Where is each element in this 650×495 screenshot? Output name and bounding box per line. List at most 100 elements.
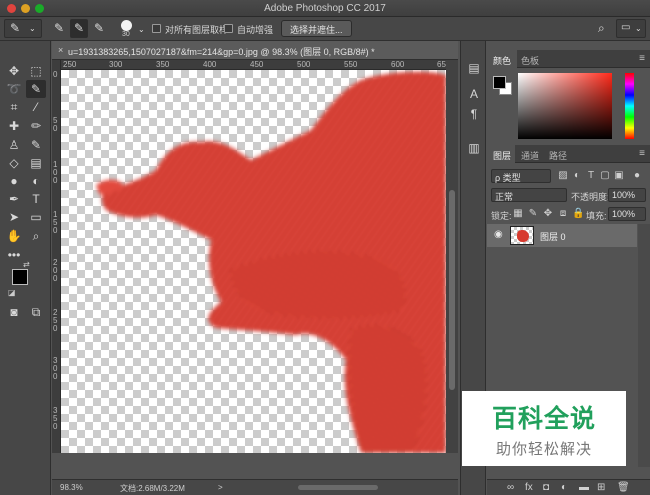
layers-panel-tabs: 图层 通道 路径 ≡ bbox=[487, 145, 650, 163]
pen-tool-icon[interactable]: ✒ bbox=[4, 190, 24, 208]
select-and-mask-button[interactable]: 选择并遮住... bbox=[281, 20, 352, 37]
opacity-field[interactable]: 100% bbox=[608, 188, 646, 202]
ruler-label: 0 bbox=[53, 124, 58, 133]
layer-name[interactable]: 图层 0 bbox=[540, 230, 566, 243]
close-tab-icon[interactable]: × bbox=[58, 45, 63, 55]
new-layer-icon[interactable]: ⊞ bbox=[597, 482, 605, 493]
quick-selection-tool-icon[interactable]: ✎ bbox=[26, 80, 46, 98]
brush-tip-icon[interactable] bbox=[121, 20, 132, 31]
gradient-tool-icon[interactable]: ▤ bbox=[26, 154, 46, 172]
opacity-label: 不透明度: bbox=[571, 192, 610, 202]
clone-stamp-tool-icon[interactable]: ♙ bbox=[4, 136, 24, 154]
layers-bottom-toolbar: ∞ fx ◘ ◐ ▬ ⊞ 🗑 bbox=[487, 479, 650, 495]
lasso-tool-icon[interactable]: ➰ bbox=[4, 80, 24, 98]
lock-position-icon[interactable]: ✥ bbox=[542, 208, 554, 220]
panel-foreground-swatch[interactable] bbox=[493, 76, 506, 89]
filter-pixel-icon[interactable]: ▨ bbox=[557, 170, 569, 182]
filter-smart-object-icon[interactable]: ▣ bbox=[613, 170, 625, 182]
foreground-color-swatch[interactable] bbox=[12, 269, 28, 285]
document-canvas[interactable] bbox=[61, 70, 446, 453]
layer-style-icon[interactable]: fx bbox=[525, 482, 533, 493]
history-panel-icon[interactable]: ▤ bbox=[467, 61, 481, 75]
marquee-tool-icon[interactable]: ⬚ bbox=[26, 62, 46, 80]
scroll-thumb[interactable] bbox=[449, 190, 455, 390]
dodge-tool-icon[interactable]: ◐ bbox=[26, 172, 46, 190]
quick-mask-icon[interactable]: ◙ bbox=[4, 303, 24, 321]
rectangle-tool-icon[interactable]: ▭ bbox=[26, 208, 46, 226]
horizontal-scroll-thumb[interactable] bbox=[298, 485, 378, 490]
swap-colors-icon[interactable]: ⇄ bbox=[23, 260, 30, 269]
workspace-switcher[interactable]: ▭ ⌄ bbox=[616, 19, 646, 38]
healing-brush-tool-icon[interactable]: ✚ bbox=[4, 117, 24, 135]
eraser-tool-icon[interactable]: ◇ bbox=[4, 154, 24, 172]
layer-filter-select[interactable]: ρ 类型 bbox=[491, 169, 551, 183]
add-mask-icon[interactable]: ◘ bbox=[543, 482, 549, 493]
sample-all-layers-label: 对所有图层取样 bbox=[165, 25, 229, 35]
screen-mode-icon[interactable]: ⧉ bbox=[26, 303, 46, 321]
hue-slider[interactable] bbox=[625, 73, 634, 139]
filter-adjustment-icon[interactable]: ◐ bbox=[571, 170, 583, 182]
sample-all-layers-checkbox[interactable] bbox=[152, 24, 161, 33]
search-icon[interactable]: ⌕ bbox=[598, 22, 605, 34]
tab-color[interactable]: 颜色 bbox=[493, 54, 511, 67]
filter-type-icon[interactable]: T bbox=[585, 170, 597, 182]
path-selection-tool-icon[interactable]: ➤ bbox=[4, 208, 24, 226]
status-menu-icon[interactable]: > bbox=[218, 483, 223, 492]
fill-label: 填充: bbox=[586, 211, 607, 221]
character-panel-icon[interactable]: A bbox=[467, 87, 481, 101]
lock-all-icon[interactable]: 🔒 bbox=[572, 208, 584, 220]
document-tab[interactable]: × u=1931383265,1507027187&fm=214&gp=0.jp… bbox=[52, 41, 458, 60]
type-tool-icon[interactable]: T bbox=[26, 190, 46, 208]
filter-shape-icon[interactable]: ▢ bbox=[599, 170, 611, 182]
auto-enhance-checkbox[interactable] bbox=[224, 24, 233, 33]
link-layers-icon[interactable]: ∞ bbox=[507, 482, 514, 493]
brush-tool-icon[interactable]: ✏ bbox=[26, 117, 46, 135]
history-brush-tool-icon[interactable]: ✎ bbox=[26, 136, 46, 154]
lock-pixels-icon[interactable]: ✎ bbox=[527, 208, 539, 220]
tab-channels[interactable]: 通道 bbox=[521, 149, 539, 162]
lock-artboard-icon[interactable]: ⧈ bbox=[557, 208, 569, 220]
lock-transparent-icon[interactable]: ▦ bbox=[512, 208, 524, 220]
watermark-logo: 百科全说 助你轻松解决 bbox=[462, 391, 626, 466]
quick-selection-icon: ✎ bbox=[10, 21, 21, 35]
zoom-level[interactable]: 98.3% bbox=[60, 483, 83, 492]
default-colors-icon[interactable]: ◪ bbox=[8, 288, 16, 297]
more-tools-icon[interactable]: ••• bbox=[4, 246, 24, 264]
delete-layer-icon[interactable]: 🗑 bbox=[617, 482, 630, 493]
visibility-eye-icon[interactable]: ◉ bbox=[494, 229, 503, 240]
eyedropper-tool-icon[interactable]: ⁄ bbox=[26, 98, 46, 116]
layer-filter-row: ρ 类型 ▨ ◐ T ▢ ▣ ● bbox=[487, 167, 650, 186]
layers-menu-icon[interactable]: ≡ bbox=[639, 148, 645, 159]
ruler-label: 550 bbox=[344, 60, 358, 69]
move-tool-icon[interactable]: ✥ bbox=[4, 62, 24, 80]
ruler-label: 350 bbox=[156, 60, 170, 69]
blur-tool-icon[interactable]: ● bbox=[4, 172, 24, 190]
tab-layers[interactable]: 图层 bbox=[493, 149, 511, 162]
vertical-scrollbar[interactable] bbox=[446, 60, 458, 453]
workspace-icon: ▭ bbox=[621, 22, 631, 33]
zoom-tool-icon[interactable]: ⌕ bbox=[26, 227, 46, 245]
panel-menu-icon[interactable]: ≡ bbox=[639, 53, 645, 64]
new-group-icon[interactable]: ▬ bbox=[579, 482, 589, 493]
brush-options-chevron-icon[interactable]: ⌄ bbox=[138, 24, 145, 36]
subtract-selection-icon[interactable]: ✎ bbox=[94, 22, 104, 34]
add-to-selection-button[interactable]: ✎ bbox=[70, 19, 88, 38]
adjustment-layer-icon[interactable]: ◐ bbox=[561, 482, 567, 493]
color-picker-field[interactable] bbox=[518, 73, 612, 139]
fill-field[interactable]: 100% bbox=[608, 207, 646, 221]
layers-scrollbar[interactable] bbox=[638, 224, 650, 467]
paragraph-panel-icon[interactable]: ¶ bbox=[467, 107, 481, 121]
properties-panel-icon[interactable]: ▥ bbox=[467, 141, 481, 155]
tool-preset-picker[interactable]: ✎ ⌄ bbox=[4, 19, 42, 38]
blend-mode-select[interactable]: 正常 bbox=[491, 188, 567, 202]
ruler-label: 500 bbox=[297, 60, 311, 69]
add-selection-icon: ✎ bbox=[74, 21, 85, 35]
filter-toggle-icon[interactable]: ● bbox=[631, 170, 643, 182]
tab-swatches[interactable]: 色板 bbox=[521, 54, 539, 67]
new-selection-icon[interactable]: ✎ bbox=[54, 22, 64, 34]
layer-row[interactable]: ◉ 图层 0 bbox=[487, 224, 637, 247]
tab-paths[interactable]: 路径 bbox=[549, 149, 567, 162]
hand-tool-icon[interactable]: ✋ bbox=[4, 227, 24, 245]
ruler-label: 0 bbox=[53, 422, 58, 431]
crop-tool-icon[interactable]: ⌗ bbox=[4, 98, 24, 116]
